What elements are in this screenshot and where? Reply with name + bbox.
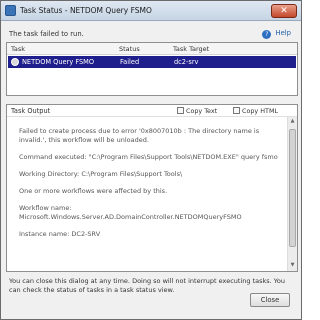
task-table: Task Status Task Target NETDOM Query FSM… — [6, 42, 298, 96]
app-icon — [5, 5, 16, 16]
task-target-cell: dc2-srv — [174, 58, 199, 66]
help-link[interactable]: ? Help — [262, 29, 291, 39]
help-icon: ? — [262, 30, 272, 39]
task-status-icon — [11, 58, 19, 66]
copy-html-icon — [233, 107, 240, 114]
output-paragraph: Instance name: DC2-SRV — [19, 230, 101, 238]
output-paragraph: One or more workflows were affected by t… — [19, 187, 168, 195]
copy-icon — [177, 107, 184, 114]
output-scrollbar[interactable]: ▲ ▼ — [287, 117, 297, 271]
column-header-status[interactable]: Status — [119, 45, 140, 53]
output-paragraph: Command executed: "C:\Program Files\Supp… — [19, 153, 278, 161]
output-paragraph: Failed to create process due to error '0… — [19, 127, 260, 144]
close-button[interactable]: Close — [250, 293, 290, 307]
copy-text-label: Copy Text — [186, 107, 218, 115]
task-output-label: Task Output — [11, 107, 51, 115]
scroll-up-icon[interactable]: ▲ — [289, 118, 296, 126]
table-header: Task Status Task Target — [7, 43, 297, 55]
output-paragraph: Workflow name: Microsoft.Windows.Server.… — [19, 204, 242, 221]
copy-html-button[interactable]: Copy HTML — [233, 107, 278, 115]
column-header-task-target[interactable]: Task Target — [173, 45, 209, 53]
status-message: The task failed to run. — [9, 30, 84, 38]
task-name-cell: NETDOM Query FSMO — [22, 58, 95, 66]
help-label: Help — [275, 29, 292, 37]
copy-text-button[interactable]: Copy Text — [177, 107, 217, 115]
table-row[interactable]: NETDOM Query FSMO Failed dc2-srv — [8, 56, 296, 68]
window-close-button[interactable]: ✕ — [271, 4, 297, 18]
task-output-text: Failed to create process due to error '0… — [19, 127, 281, 247]
scrollbar-thumb[interactable] — [289, 129, 296, 247]
output-paragraph: Working Directory: C:\Program Files\Supp… — [19, 170, 183, 178]
window-title: Task Status - NETDOM Query FSMO — [20, 6, 152, 15]
task-output-panel: Task Output Copy Text Copy HTML Failed t… — [6, 104, 298, 272]
title-bar: Task Status - NETDOM Query FSMO ✕ — [1, 1, 301, 21]
task-output-header: Task Output Copy Text Copy HTML — [7, 105, 297, 117]
column-header-task[interactable]: Task — [11, 45, 25, 53]
scroll-down-icon[interactable]: ▼ — [289, 262, 296, 270]
task-status-window: Task Status - NETDOM Query FSMO ✕ The ta… — [0, 0, 302, 320]
task-status-cell: Failed — [120, 58, 140, 66]
copy-html-label: Copy HTML — [242, 107, 279, 115]
